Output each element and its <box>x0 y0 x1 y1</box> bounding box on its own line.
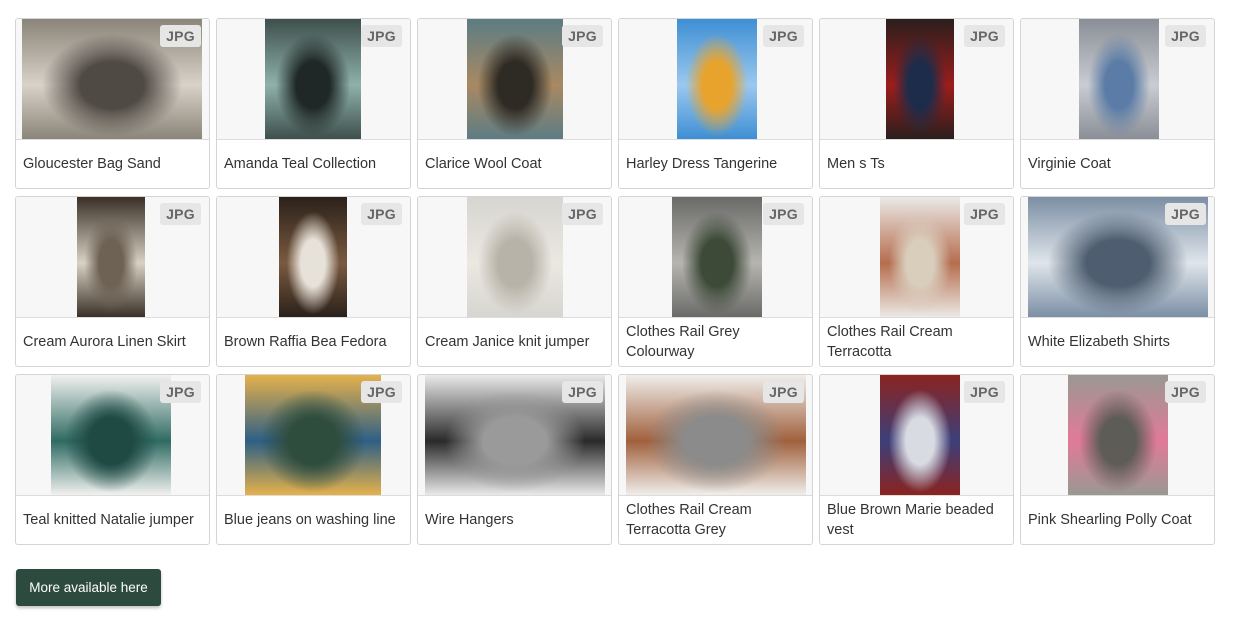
product-name[interactable]: Clothes Rail Grey Colourway <box>626 317 806 366</box>
product-name[interactable]: Blue jeans on washing line <box>224 495 404 544</box>
file-type-badge: JPG <box>763 25 804 47</box>
file-type-badge: JPG <box>964 25 1005 47</box>
file-type-badge: JPG <box>562 25 603 47</box>
product-thumbnail[interactable]: JPG <box>1021 19 1214 140</box>
product-card[interactable]: JPG Clothes Rail Cream Terracotta <box>819 196 1014 367</box>
product-name[interactable]: Teal knitted Natalie jumper <box>23 495 203 544</box>
product-image <box>265 19 361 139</box>
product-thumbnail[interactable]: JPG <box>418 375 611 496</box>
product-image <box>880 197 960 317</box>
product-image <box>1068 375 1168 495</box>
product-thumbnail[interactable]: JPG <box>217 375 410 496</box>
product-image <box>677 19 757 139</box>
product-thumbnail[interactable]: JPG <box>16 197 209 318</box>
product-name[interactable]: Clothes Rail Cream Terracotta Grey <box>626 495 806 544</box>
file-type-badge: JPG <box>763 381 804 403</box>
product-image <box>77 197 145 317</box>
file-type-badge: JPG <box>361 381 402 403</box>
product-card[interactable]: JPG Clothes Rail Cream Terracotta Grey <box>618 374 813 545</box>
product-thumbnail[interactable]: JPG <box>16 375 209 496</box>
product-card[interactable]: JPG Cream Janice knit jumper <box>417 196 612 367</box>
product-name[interactable]: Cream Janice knit jumper <box>425 317 605 366</box>
product-card[interactable]: JPG Blue jeans on washing line <box>216 374 411 545</box>
more-available-button[interactable]: More available here <box>16 569 161 606</box>
product-image <box>880 375 960 495</box>
file-type-badge: JPG <box>1165 25 1206 47</box>
product-thumbnail[interactable]: JPG <box>418 197 611 318</box>
product-image <box>467 197 563 317</box>
file-type-badge: JPG <box>361 203 402 225</box>
product-image <box>1079 19 1159 139</box>
product-name[interactable]: Clothes Rail Cream Terracotta <box>827 317 1007 366</box>
file-type-badge: JPG <box>964 381 1005 403</box>
product-card[interactable]: JPG Teal knitted Natalie jumper <box>15 374 210 545</box>
product-card[interactable]: JPG Men s Ts <box>819 18 1014 189</box>
product-thumbnail[interactable]: JPG <box>16 19 209 140</box>
file-type-badge: JPG <box>1165 203 1206 225</box>
product-thumbnail[interactable]: JPG <box>619 19 812 140</box>
product-thumbnail[interactable]: JPG <box>820 197 1013 318</box>
file-type-badge: JPG <box>361 25 402 47</box>
product-thumbnail[interactable]: JPG <box>1021 197 1214 318</box>
product-card[interactable]: JPG Cream Aurora Linen Skirt <box>15 196 210 367</box>
product-card[interactable]: JPG Clarice Wool Coat <box>417 18 612 189</box>
file-type-badge: JPG <box>562 203 603 225</box>
product-thumbnail[interactable]: JPG <box>1021 375 1214 496</box>
product-image <box>672 197 762 317</box>
product-name[interactable]: Men s Ts <box>827 139 1007 188</box>
product-name[interactable]: Amanda Teal Collection <box>224 139 404 188</box>
product-card[interactable]: JPG Amanda Teal Collection <box>216 18 411 189</box>
product-name[interactable]: Pink Shearling Polly Coat <box>1028 495 1208 544</box>
product-name[interactable]: Wire Hangers <box>425 495 605 544</box>
product-name[interactable]: Gloucester Bag Sand <box>23 139 203 188</box>
file-type-badge: JPG <box>562 381 603 403</box>
file-type-badge: JPG <box>1165 381 1206 403</box>
product-thumbnail[interactable]: JPG <box>217 19 410 140</box>
product-card[interactable]: JPG White Elizabeth Shirts <box>1020 196 1215 367</box>
product-card[interactable]: JPG Harley Dress Tangerine <box>618 18 813 189</box>
product-thumbnail[interactable]: JPG <box>418 19 611 140</box>
product-card[interactable]: JPG Brown Raffia Bea Fedora <box>216 196 411 367</box>
product-card[interactable]: JPG Clothes Rail Grey Colourway <box>618 196 813 367</box>
product-thumbnail[interactable]: JPG <box>820 19 1013 140</box>
product-name[interactable]: Cream Aurora Linen Skirt <box>23 317 203 366</box>
file-type-badge: JPG <box>160 203 201 225</box>
file-type-badge: JPG <box>964 203 1005 225</box>
product-card[interactable]: JPG Virginie Coat <box>1020 18 1215 189</box>
product-card[interactable]: JPG Pink Shearling Polly Coat <box>1020 374 1215 545</box>
product-name[interactable]: Virginie Coat <box>1028 139 1208 188</box>
product-thumbnail[interactable]: JPG <box>619 197 812 318</box>
product-name[interactable]: Blue Brown Marie beaded vest <box>827 495 1007 544</box>
product-image <box>467 19 563 139</box>
product-thumbnail[interactable]: JPG <box>217 197 410 318</box>
product-grid: JPG Gloucester Bag Sand JPG Amanda Teal Col… <box>15 18 1215 545</box>
product-image <box>279 197 347 317</box>
product-card[interactable]: JPG Gloucester Bag Sand <box>15 18 210 189</box>
file-type-badge: JPG <box>160 381 201 403</box>
product-thumbnail[interactable]: JPG <box>619 375 812 496</box>
product-card[interactable]: JPG Blue Brown Marie beaded vest <box>819 374 1014 545</box>
product-card[interactable]: JPG Wire Hangers <box>417 374 612 545</box>
file-type-badge: JPG <box>763 203 804 225</box>
file-type-badge: JPG <box>160 25 201 47</box>
product-name[interactable]: Clarice Wool Coat <box>425 139 605 188</box>
product-image <box>51 375 171 495</box>
product-name[interactable]: White Elizabeth Shirts <box>1028 317 1208 366</box>
product-image <box>886 19 954 139</box>
product-name[interactable]: Harley Dress Tangerine <box>626 139 806 188</box>
product-name[interactable]: Brown Raffia Bea Fedora <box>224 317 404 366</box>
product-thumbnail[interactable]: JPG <box>820 375 1013 496</box>
